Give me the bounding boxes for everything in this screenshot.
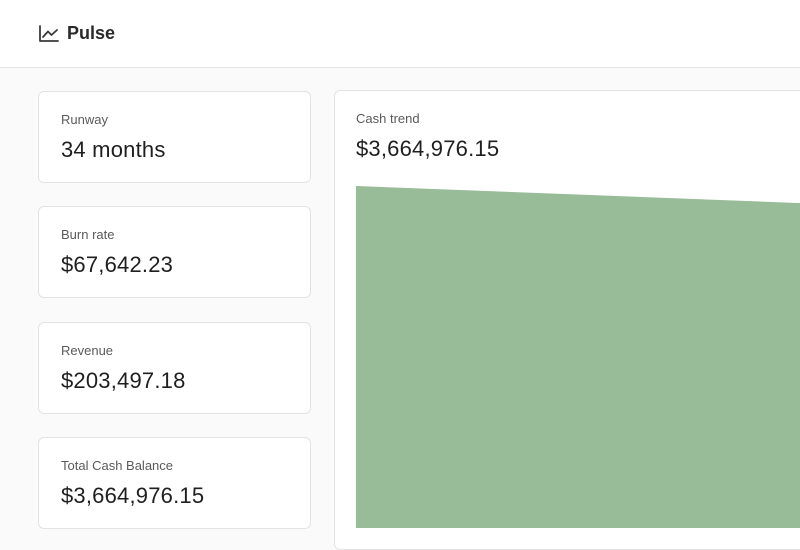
runway-value: 34 months: [61, 137, 166, 162]
line-chart-icon: [39, 25, 59, 42]
runway-card[interactable]: Runway 34 months: [38, 91, 311, 183]
revenue-value: $203,497.18: [61, 368, 186, 393]
app-title: Pulse: [67, 23, 116, 43]
total-cash-balance-label: Total Cash Balance: [61, 458, 174, 473]
cash-trend-chart: [356, 186, 800, 528]
total-cash-balance-value: $3,664,976.15: [61, 483, 205, 508]
cash-trend-value: $3,664,976.15: [356, 136, 500, 161]
total-cash-balance-card[interactable]: Total Cash Balance $3,664,976.15: [38, 437, 311, 529]
revenue-label: Revenue: [61, 343, 114, 358]
burn-rate-card[interactable]: Burn rate $67,642.23: [38, 206, 311, 298]
burn-rate-label: Burn rate: [61, 227, 115, 242]
burn-rate-value: $67,642.23: [61, 252, 174, 277]
top-bar: Pulse: [0, 0, 800, 68]
cash-trend-area: [356, 186, 800, 528]
cash-trend-label: Cash trend: [356, 111, 420, 126]
runway-label: Runway: [61, 112, 108, 127]
revenue-card[interactable]: Revenue $203,497.18: [38, 322, 311, 414]
